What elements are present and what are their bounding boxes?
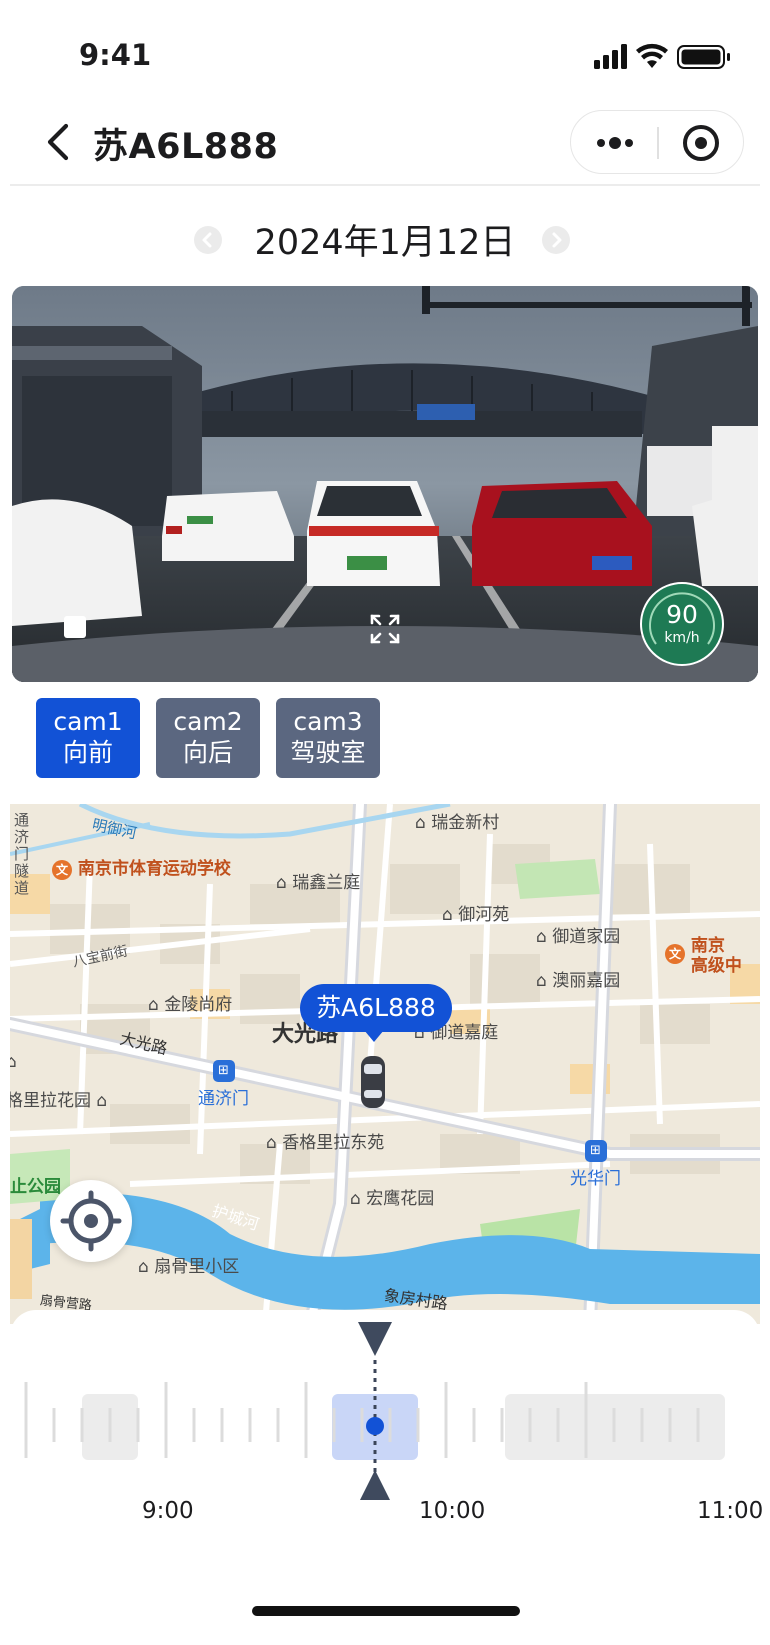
- poi-label: ⌂ 御河苑: [442, 905, 510, 925]
- page-title: 苏A6L888: [93, 127, 279, 167]
- poi-label: 格里拉花园 ⌂: [10, 1091, 108, 1111]
- battery-icon: [677, 45, 730, 69]
- vehicle-callout: 苏A6L888: [300, 984, 452, 1032]
- signal-icon: [594, 44, 627, 69]
- speed-value: 90: [666, 600, 698, 629]
- back-icon[interactable]: [42, 120, 76, 164]
- metro-label-guanghuamen: ⊞ 光华门: [570, 1140, 621, 1189]
- nav-divider: [10, 184, 760, 186]
- road-label-vertical: 通济门隧道: [14, 811, 30, 897]
- poi-label: ⌂ 扇骨里小区: [138, 1257, 240, 1277]
- capsule-divider: [657, 127, 659, 159]
- cam-label: 驾驶室: [290, 738, 366, 767]
- cam-label: 向前: [62, 738, 113, 767]
- locate-icon: [60, 1190, 122, 1252]
- close-target-icon[interactable]: [681, 123, 721, 163]
- poi-label: ⌂ 瑞鑫兰庭: [276, 873, 361, 893]
- status-time: 9:41: [79, 38, 152, 72]
- fullscreen-icon[interactable]: [370, 614, 400, 644]
- cam-label: 向后: [182, 738, 233, 767]
- video-player[interactable]: 90 km/h: [12, 286, 758, 682]
- poi-label-school-right: 文 南京 高级中: [665, 936, 742, 976]
- poi-label-school: 文 南京市体育运动学校: [52, 854, 231, 880]
- mini-program-capsule: [570, 110, 744, 174]
- locate-button[interactable]: [50, 1180, 132, 1262]
- status-icons: [594, 43, 730, 69]
- cursor-top-handle: [358, 1322, 392, 1356]
- poi-label: ⌂ 宏鹰花园: [350, 1189, 435, 1209]
- car-center-left: [162, 491, 294, 561]
- next-date-button[interactable]: [542, 226, 570, 254]
- poi-label: ⌂ 香格里拉东苑: [266, 1133, 385, 1153]
- vehicle-callout-pointer: [364, 1030, 384, 1042]
- cam1-button[interactable]: cam1 向前: [36, 698, 140, 778]
- poi-label: ⌂ 御道家园: [536, 927, 621, 947]
- map-view[interactable]: ⌂ 瑞金新村 文 南京市体育运动学校 ⌂ 瑞鑫兰庭 ⌂ 御河苑 ⌂ 御道家园 ⌂…: [10, 804, 760, 1324]
- cam-name: cam3: [293, 707, 363, 736]
- poi-label: ⌂ 瑞金新村: [415, 813, 500, 833]
- cam-name: cam1: [53, 707, 123, 736]
- car-center: [307, 481, 440, 586]
- timeline[interactable]: [0, 1310, 770, 1500]
- speed-badge: 90 km/h: [640, 582, 724, 666]
- wifi-icon: [636, 43, 668, 68]
- more-icon[interactable]: [595, 131, 635, 155]
- timeline-cursor-dot: [366, 1417, 384, 1435]
- date-label: 2024年1月12日: [254, 223, 516, 263]
- car-marker-icon: [361, 1056, 385, 1108]
- home-indicator: [252, 1606, 520, 1616]
- time-label-10: 10:00: [419, 1498, 486, 1524]
- time-label-9: 9:00: [142, 1498, 194, 1524]
- poi-label: ⌂ 金陵尚府: [148, 995, 233, 1015]
- car-right-red: [472, 481, 652, 586]
- time-label-11: 11:00: [697, 1498, 764, 1524]
- metro-label-tongjimen: ⊞ 通济门: [198, 1060, 249, 1109]
- poi-label: ⌂ 澳丽嘉园: [536, 971, 621, 991]
- cam3-button[interactable]: cam3 驾驶室: [276, 698, 380, 778]
- stop-button[interactable]: [64, 616, 86, 638]
- chevron-right-icon: [552, 232, 562, 248]
- poi-label: ⌂: [10, 1052, 17, 1072]
- cursor-bottom-handle: [360, 1470, 390, 1500]
- speed-unit: km/h: [664, 630, 700, 646]
- cam2-button[interactable]: cam2 向后: [156, 698, 260, 778]
- cam-name: cam2: [173, 707, 243, 736]
